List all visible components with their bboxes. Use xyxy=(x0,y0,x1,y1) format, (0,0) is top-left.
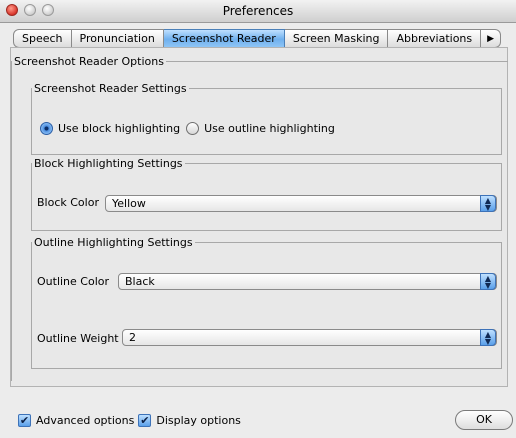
tab-screenshot-reader[interactable]: Screenshot Reader xyxy=(163,29,285,48)
tab-screen-masking[interactable]: Screen Masking xyxy=(284,29,389,48)
advanced-options-checkbox[interactable]: ✔ xyxy=(18,413,31,427)
block-color-select[interactable]: Yellow ▲ ▼ xyxy=(105,195,497,212)
tab-abbreviations[interactable]: Abbreviations xyxy=(388,29,482,48)
settings-group-legend: Screenshot Reader Settings xyxy=(34,82,187,95)
block-color-value: Yellow xyxy=(112,197,146,210)
tab-pronunciation[interactable]: Pronunciation xyxy=(71,29,164,48)
tab-bar: Speech Pronunciation Screenshot Reader S… xyxy=(13,29,502,48)
tab-speech[interactable]: Speech xyxy=(13,29,72,48)
screenshot-reader-settings-group: Screenshot Reader Settings xyxy=(31,82,502,155)
highlighting-mode-radio-group: Use block highlighting Use outline highl… xyxy=(40,120,341,136)
tab-scroll-right-icon[interactable]: ▶ xyxy=(481,29,502,48)
select-arrows-icon: ▲ ▼ xyxy=(480,329,496,346)
block-highlighting-radio-label[interactable]: Use block highlighting xyxy=(58,122,180,135)
block-highlighting-settings-group: Block Highlighting Settings xyxy=(31,157,502,231)
outline-highlighting-radio-label[interactable]: Use outline highlighting xyxy=(204,122,335,135)
title-bar: Preferences xyxy=(0,0,516,23)
outline-highlighting-settings-group: Outline Highlighting Settings xyxy=(31,236,502,369)
outline-color-label: Outline Color xyxy=(37,275,110,288)
ok-button[interactable]: OK xyxy=(455,410,513,430)
block-highlighting-radio[interactable] xyxy=(40,121,53,135)
outline-weight-value: 2 xyxy=(129,331,136,344)
outline-weight-select[interactable]: 2 ▲ ▼ xyxy=(122,329,497,346)
select-arrows-icon: ▲ ▼ xyxy=(480,273,496,290)
outline-highlighting-radio[interactable] xyxy=(186,121,200,135)
options-group-legend: Screenshot Reader Options xyxy=(14,55,164,68)
footer-options: ✔ Advanced options ✔ Display options xyxy=(18,412,245,428)
display-options-checkbox[interactable]: ✔ xyxy=(138,413,152,427)
advanced-options-label[interactable]: Advanced options xyxy=(36,414,134,427)
outline-weight-label: Outline Weight xyxy=(37,332,119,345)
display-options-label[interactable]: Display options xyxy=(156,414,241,427)
block-group-legend: Block Highlighting Settings xyxy=(34,157,183,170)
outline-color-select[interactable]: Black ▲ ▼ xyxy=(118,273,497,290)
outline-color-value: Black xyxy=(125,275,155,288)
outline-group-legend: Outline Highlighting Settings xyxy=(34,236,193,249)
block-color-label: Block Color xyxy=(37,196,99,209)
select-arrows-icon: ▲ ▼ xyxy=(480,195,496,212)
window-title: Preferences xyxy=(222,4,294,18)
